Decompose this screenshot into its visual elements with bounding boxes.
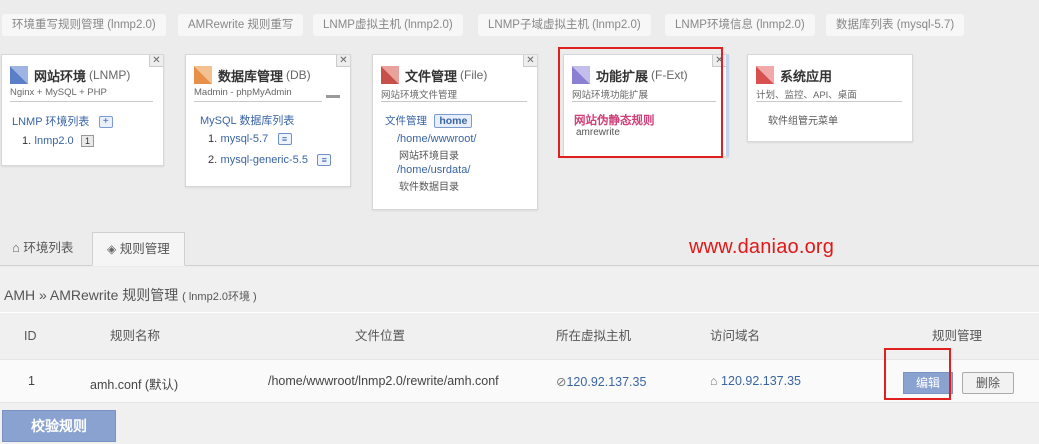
card-subtitle: Nginx + MySQL + PHP	[10, 87, 107, 98]
file-manager-link[interactable]: 文件管理	[385, 115, 427, 127]
column-header: 规则名称	[110, 329, 161, 343]
card-title: 文件管理	[405, 68, 458, 84]
highlight-box	[884, 348, 951, 400]
highlight-box	[558, 47, 723, 158]
card-subtitle: 计划、监控、API、桌面	[756, 90, 857, 101]
top-tab[interactable]: LNMP子域虚拟主机 (lnmp2.0)	[478, 14, 651, 36]
top-tab[interactable]: 数据库列表 (mysql-5.7)	[826, 14, 965, 36]
top-tab[interactable]: LNMP环境信息 (lnmp2.0)	[665, 14, 815, 36]
module-icon	[756, 66, 774, 84]
cell-file-path: /home/wwwroot/lnmp2.0/rewrite/amh.conf	[268, 374, 499, 388]
lnmp-list-link[interactable]: LNMP 环境列表	[12, 116, 89, 128]
cell-host[interactable]: ⊘120.92.137.35	[556, 374, 646, 389]
module-card-file: ✕ 文件管理 (File) 网站环境文件管理 文件管理 home /home/w…	[372, 54, 538, 210]
top-tab[interactable]: AMRewrite 规则重写	[178, 14, 304, 36]
page-title: AMH » AMRewrite 规则管理 ( lnmp2.0环境 )	[4, 287, 257, 303]
mysql-list-link[interactable]: MySQL 数据库列表	[200, 112, 294, 128]
lnmp-env-link[interactable]: lnmp2.0	[35, 135, 74, 147]
module-card-sys: 系统应用 计划、监控、API、桌面 软件组管元菜单	[747, 54, 913, 142]
verify-rules-button[interactable]: 校验规则	[2, 410, 116, 442]
module-card-db: ✕ 数据库管理 (DB) Madmin - phpMyAdmin MySQL 数…	[185, 54, 351, 187]
drag-handle-icon[interactable]	[326, 95, 340, 98]
card-title: 系统应用	[780, 68, 833, 84]
db-link[interactable]: mysql-5.7	[221, 133, 269, 145]
list-item: 1. mysql-5.7 ≡	[208, 131, 292, 145]
card-tag: (DB)	[286, 68, 311, 82]
card-tag: (LNMP)	[89, 68, 131, 82]
path-link[interactable]: /home/usrdata/	[397, 164, 470, 176]
tag-icon: ◈	[107, 242, 117, 256]
list-item: 2. mysql-generic-5.5 ≡	[208, 152, 332, 166]
count-badge: 1	[81, 134, 95, 147]
home-icon: ⌂	[710, 374, 718, 388]
close-icon[interactable]: ✕	[523, 55, 537, 67]
column-header: 文件位置	[355, 329, 406, 343]
sys-menu-item[interactable]: 软件组管元菜单	[768, 112, 838, 127]
cell-domain[interactable]: ⌂ 120.92.137.35	[710, 374, 801, 388]
path-desc: 软件数据目录	[399, 182, 459, 193]
delete-button[interactable]: 删除	[962, 372, 1014, 394]
column-header: 访问域名	[710, 329, 761, 343]
home-button[interactable]: home	[434, 113, 473, 128]
card-title: 网站环境	[34, 68, 87, 84]
db-link[interactable]: mysql-generic-5.5	[221, 154, 308, 166]
card-tag: (File)	[460, 68, 488, 82]
path-link[interactable]: /home/wwwroot/	[397, 133, 476, 145]
top-tabs: 环境重写规则管理 (lnmp2.0) AMRewrite 规则重写 LNMP虚拟…	[0, 14, 1039, 36]
top-tab[interactable]: 环境重写规则管理 (lnmp2.0)	[2, 14, 166, 36]
page-subtitle: ( lnmp2.0环境 )	[182, 291, 257, 303]
tab-environment-list[interactable]: ⌂ 环境列表	[12, 232, 73, 266]
list-icon[interactable]: ≡	[277, 132, 292, 145]
list-icon[interactable]: ≡	[317, 153, 332, 166]
tab-rule-management[interactable]: ◈ 规则管理	[92, 232, 185, 266]
add-icon[interactable]: +	[98, 115, 113, 128]
module-card-lnmp: ✕ 网站环境 (LNMP) Nginx + MySQL + PHP LNMP 环…	[1, 54, 164, 166]
watermark: www.daniao.org	[689, 236, 835, 258]
nav-tabs: ⌂ 环境列表 ◈ 规则管理	[0, 230, 1039, 266]
home-icon: ⌂	[12, 240, 20, 255]
link-icon: ⊘	[556, 375, 567, 389]
path-desc: 网站环境目录	[399, 151, 459, 162]
column-header: 所在虚拟主机	[556, 329, 632, 343]
column-header: ID	[24, 329, 37, 343]
close-icon[interactable]: ✕	[336, 55, 350, 67]
cell-rule-name: amh.conf (默认)	[90, 378, 179, 392]
top-tab[interactable]: LNMP虚拟主机 (lnmp2.0)	[313, 14, 463, 36]
cell-id: 1	[28, 374, 35, 388]
module-icon	[10, 66, 28, 84]
column-header: 规则管理	[932, 329, 983, 343]
module-icon	[381, 66, 399, 84]
module-icon	[194, 66, 212, 84]
card-title: 数据库管理	[218, 68, 284, 84]
card-subtitle: Madmin - phpMyAdmin	[194, 87, 292, 98]
close-icon[interactable]: ✕	[149, 55, 163, 67]
card-subtitle: 网站环境文件管理	[381, 90, 458, 101]
